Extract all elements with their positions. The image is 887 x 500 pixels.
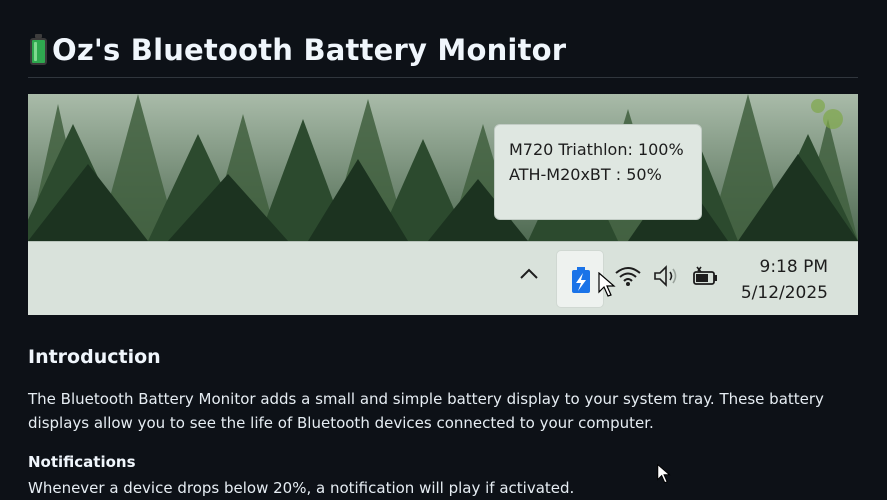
battery-tooltip: M720 Triathlon: 100% ATH-M20xBT : 50%: [494, 124, 702, 220]
volume-icon[interactable]: [652, 264, 682, 288]
title-divider: [28, 77, 858, 78]
intro-heading: Introduction: [28, 346, 161, 368]
page-title: Oz's Bluetooth Battery Monitor: [52, 33, 567, 67]
screenshot-banner: M720 Triathlon: 100% ATH-M20xBT : 50% 9:…: [28, 94, 858, 315]
notifications-text: Whenever a device drops below 20%, a not…: [28, 479, 575, 497]
taskbar-clock[interactable]: 9:18 PM 5/12/2025: [741, 254, 828, 306]
mouse-cursor-icon: [657, 463, 671, 484]
chevron-up-icon[interactable]: [518, 263, 540, 285]
power-icon[interactable]: [690, 264, 720, 288]
mouse-cursor-icon: [598, 272, 616, 297]
clock-date: 5/12/2025: [740, 283, 828, 303]
forest-wallpaper: [28, 94, 858, 241]
battery-tray-button[interactable]: [556, 250, 604, 308]
taskbar: 9:18 PM 5/12/2025: [28, 241, 858, 315]
intro-text: The Bluetooth Battery Monitor adds a sma…: [28, 390, 824, 432]
wifi-icon[interactable]: [614, 264, 642, 288]
page-title-row: Oz's Bluetooth Battery Monitor: [28, 30, 566, 70]
notifications-heading: Notifications: [28, 453, 136, 471]
battery-icon: [28, 34, 48, 66]
tooltip-line-2: ATH-M20xBT : 50%: [509, 165, 662, 184]
tooltip-line-1: M720 Triathlon: 100%: [509, 140, 684, 159]
clock-time: 9:18 PM: [759, 257, 829, 277]
